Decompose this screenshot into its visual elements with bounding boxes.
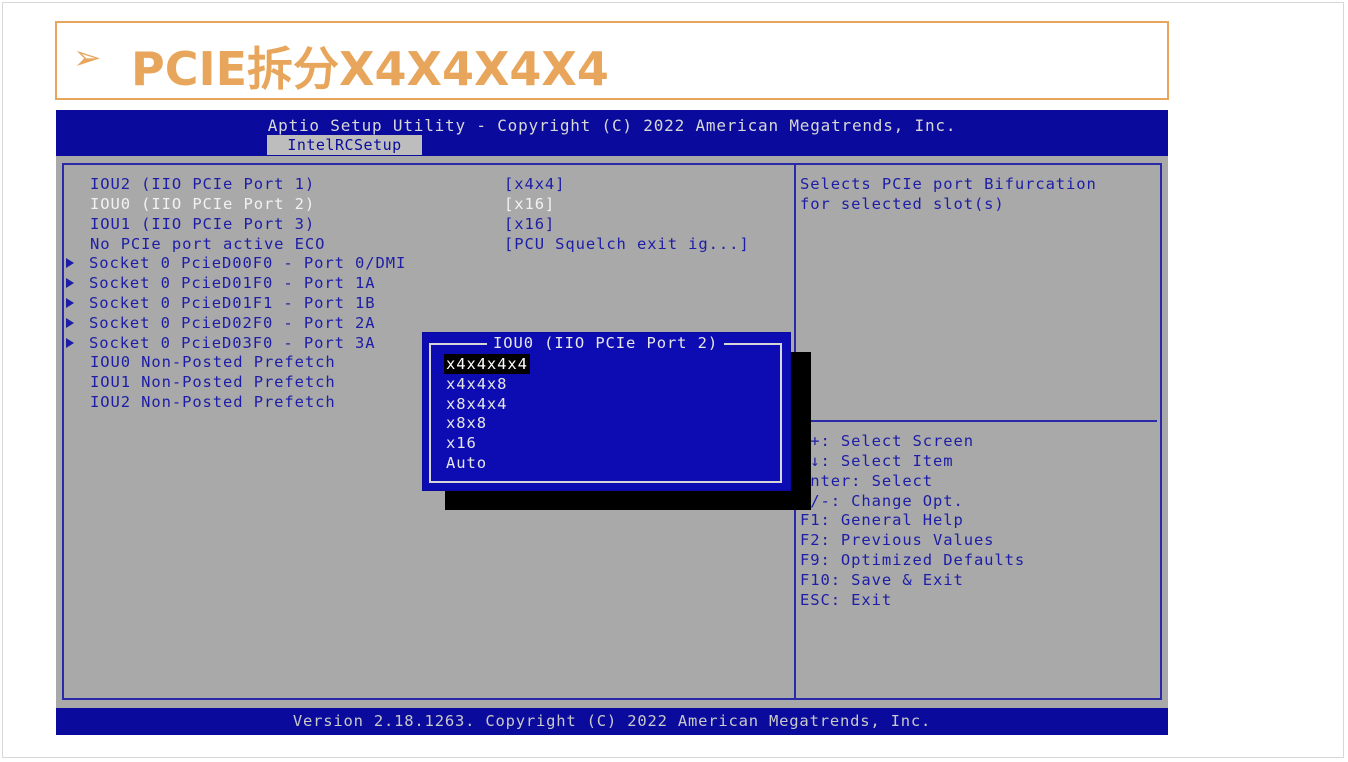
setting-iou1-prefetch[interactable]: IOU1 Non-Posted Prefetch (90, 372, 336, 392)
slide-title-box: ➢ PCIE拆分X4X4X4X4 (55, 21, 1169, 100)
key-help-f10: F10: Save & Exit (800, 571, 964, 589)
bios-version-text: Version 2.18.1263. Copyright (C) 2022 Am… (292, 712, 932, 730)
submenu-port-3a[interactable]: Socket 0 PcieD03F0 - Port 3A (89, 333, 376, 353)
popup-option-x8x4x4[interactable]: x8x4x4 (444, 394, 509, 414)
setting-iou0-label[interactable]: IOU0 (IIO PCIe Port 2) (90, 194, 315, 214)
help-text-line: for selected slot(s) (800, 195, 1005, 213)
popup-option-auto[interactable]: Auto (444, 453, 489, 473)
key-help-f1: F1: General Help (800, 511, 964, 529)
setting-iou1-label[interactable]: IOU1 (IIO PCIe Port 3) (90, 214, 315, 234)
setting-iou0-value[interactable]: [x16] (504, 194, 555, 214)
bios-footer-bar: Version 2.18.1263. Copyright (C) 2022 Am… (56, 708, 1168, 735)
setting-iou2-label[interactable]: IOU2 (IIO PCIe Port 1) (90, 174, 315, 194)
submenu-port-1a[interactable]: Socket 0 PcieD01F0 - Port 1A (89, 273, 376, 293)
key-help-change-opt: +/-: Change Opt. (800, 492, 964, 510)
key-help-enter: Enter: Select (800, 472, 934, 490)
popup-option-x4x4x8[interactable]: x4x4x8 (444, 374, 509, 394)
key-help-select-screen: ++: Select Screen (800, 432, 974, 450)
bios-header-title: Aptio Setup Utility - Copyright (C) 2022… (267, 116, 957, 135)
bios-screen: Aptio Setup Utility - Copyright (C) 2022… (56, 110, 1168, 735)
slide-title: PCIE拆分X4X4X4X4 (131, 42, 609, 96)
setting-iou2-value[interactable]: [x4x4] (504, 174, 565, 194)
setting-iou0-prefetch[interactable]: IOU0 Non-Posted Prefetch (90, 352, 336, 372)
submenu-arrow-icon (66, 338, 74, 348)
popup-option-x16[interactable]: x16 (444, 433, 479, 453)
tab-intelrcsetup[interactable]: IntelRCSetup (267, 135, 422, 155)
submenu-port-0-dmi[interactable]: Socket 0 PcieD00F0 - Port 0/DMI (89, 253, 406, 273)
help-divider (796, 420, 1157, 422)
popup-title: IOU0 (IIO PCIe Port 2) (487, 334, 725, 352)
submenu-port-2a[interactable]: Socket 0 PcieD02F0 - Port 2A (89, 313, 376, 333)
submenu-arrow-icon (66, 278, 74, 288)
submenu-arrow-icon (66, 258, 74, 268)
key-help-f2: F2: Previous Values (800, 531, 995, 549)
key-help-select-item: ↑↓: Select Item (800, 452, 954, 470)
submenu-arrow-icon (66, 318, 74, 328)
bios-header-bar: Aptio Setup Utility - Copyright (C) 2022… (56, 110, 1168, 156)
popup-option-x8x8[interactable]: x8x8 (444, 413, 489, 433)
key-help-f9: F9: Optimized Defaults (800, 551, 1026, 569)
setting-iou1-value[interactable]: [x16] (504, 214, 555, 234)
help-text-line: Selects PCIe port Bifurcation (800, 175, 1097, 193)
popup-option-x4x4x4x4[interactable]: x4x4x4x4 (444, 354, 530, 374)
title-bullet-arrow-icon: ➢ (73, 38, 102, 78)
submenu-arrow-icon (66, 298, 74, 308)
setting-pcie-eco-label[interactable]: No PCIe port active ECO (90, 234, 325, 254)
submenu-port-1b[interactable]: Socket 0 PcieD01F1 - Port 1B (89, 293, 376, 313)
bifurcation-popup: IOU0 (IIO PCIe Port 2) x4x4x4x4 x4x4x8 x… (422, 332, 791, 491)
setting-iou2-prefetch[interactable]: IOU2 Non-Posted Prefetch (90, 392, 336, 412)
key-help-esc: ESC: Exit (800, 591, 893, 609)
setting-pcie-eco-value[interactable]: [PCU Squelch exit ig...] (504, 234, 750, 254)
